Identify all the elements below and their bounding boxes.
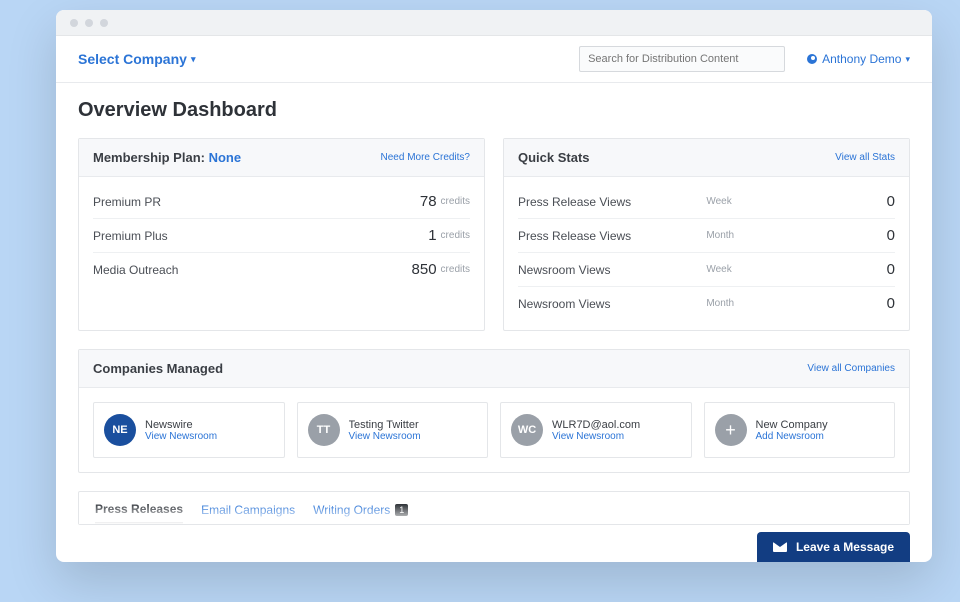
credit-unit: credits xyxy=(441,264,470,275)
company-newsroom-link[interactable]: Add Newsroom xyxy=(756,431,828,442)
tab-press-releases[interactable]: Press Releases xyxy=(95,502,183,524)
company-name: New Company xyxy=(756,419,828,431)
company-newsroom-link[interactable]: View Newsroom xyxy=(552,431,640,442)
window-control-dot xyxy=(70,19,78,27)
credit-name: Premium PR xyxy=(93,195,420,209)
quick-stats-panel: Quick Stats View all Stats Press Release… xyxy=(503,138,910,331)
stat-row: Newsroom Views Week0 xyxy=(518,253,895,287)
credit-name: Media Outreach xyxy=(93,263,412,277)
window-titlebar xyxy=(56,10,932,36)
company-newsroom-link[interactable]: View Newsroom xyxy=(349,431,421,442)
stat-name: Press Release Views xyxy=(518,195,698,209)
company-name: Testing Twitter xyxy=(349,419,421,431)
window-control-dot xyxy=(85,19,93,27)
tab-badge: 1 xyxy=(395,504,408,516)
chevron-down-icon: ▾ xyxy=(905,54,910,65)
membership-panel: Membership Plan: None Need More Credits?… xyxy=(78,138,485,331)
search-input[interactable] xyxy=(579,46,785,72)
user-icon xyxy=(807,54,817,64)
chat-label: Leave a Message xyxy=(796,540,894,554)
chevron-down-icon: ▾ xyxy=(191,54,196,65)
activity-tabs-panel: Press Releases Email Campaigns Writing Ord… xyxy=(78,491,910,525)
tab-writing-orders[interactable]: Writing Orders1 xyxy=(313,502,408,524)
page-title: Overview Dashboard xyxy=(78,99,910,122)
stat-name: Press Release Views xyxy=(518,229,698,243)
stat-period: Week xyxy=(706,264,886,275)
window-control-dot xyxy=(100,19,108,27)
stat-period: Week xyxy=(706,196,886,207)
company-avatar: NE xyxy=(104,414,136,446)
envelope-icon xyxy=(773,542,787,552)
stat-period: Month xyxy=(706,230,886,241)
company-card[interactable]: WC WLR7D@aol.comView Newsroom xyxy=(500,402,692,458)
credit-row: Premium PR78 credits xyxy=(93,185,470,219)
user-name: Anthony Demo xyxy=(822,52,901,66)
credit-value: 1 xyxy=(428,227,436,244)
credit-unit: credits xyxy=(441,230,470,241)
page-content: Overview Dashboard Membership Plan: None… xyxy=(56,83,932,562)
stat-value: 0 xyxy=(887,193,895,210)
company-name: WLR7D@aol.com xyxy=(552,419,640,431)
stat-value: 0 xyxy=(887,295,895,312)
companies-title: Companies Managed xyxy=(93,361,223,376)
stat-value: 0 xyxy=(887,227,895,244)
stat-name: Newsroom Views xyxy=(518,263,698,277)
credit-row: Media Outreach850 credits xyxy=(93,253,470,286)
company-selector[interactable]: Select Company ▾ xyxy=(78,51,195,67)
company-card[interactable]: TT Testing TwitterView Newsroom xyxy=(297,402,489,458)
credit-unit: credits xyxy=(441,196,470,207)
top-navbar: Select Company ▾ Anthony Demo ▾ xyxy=(56,36,932,83)
company-avatar: WC xyxy=(511,414,543,446)
credit-row: Premium Plus1 credits xyxy=(93,219,470,253)
stat-value: 0 xyxy=(887,261,895,278)
company-newsroom-link[interactable]: View Newsroom xyxy=(145,431,217,442)
stat-row: Newsroom Views Month0 xyxy=(518,287,895,320)
browser-window: Select Company ▾ Anthony Demo ▾ Overview… xyxy=(56,10,932,562)
company-card[interactable]: + New CompanyAdd Newsroom xyxy=(704,402,896,458)
company-selector-label: Select Company xyxy=(78,51,187,67)
leave-message-button[interactable]: Leave a Message xyxy=(757,532,910,562)
company-avatar: TT xyxy=(308,414,340,446)
need-more-credits-link[interactable]: Need More Credits? xyxy=(381,152,470,163)
company-avatar: + xyxy=(715,414,747,446)
stat-row: Press Release Views Month0 xyxy=(518,219,895,253)
user-menu[interactable]: Anthony Demo ▾ xyxy=(807,52,910,66)
companies-panel: Companies Managed View all Companies NEN… xyxy=(78,349,910,473)
quick-stats-title: Quick Stats xyxy=(518,150,590,165)
membership-title: Membership Plan: None xyxy=(93,150,241,165)
stat-period: Month xyxy=(706,298,886,309)
stat-name: Newsroom Views xyxy=(518,297,698,311)
credit-value: 78 xyxy=(420,193,437,210)
view-all-stats-link[interactable]: View all Stats xyxy=(835,152,895,163)
company-name: Newswire xyxy=(145,419,217,431)
tab-email-campaigns[interactable]: Email Campaigns xyxy=(201,502,295,524)
view-all-companies-link[interactable]: View all Companies xyxy=(807,363,895,374)
stat-row: Press Release Views Week0 xyxy=(518,185,895,219)
credit-value: 850 xyxy=(412,261,437,278)
company-card[interactable]: NE NewswireView Newsroom xyxy=(93,402,285,458)
credit-name: Premium Plus xyxy=(93,229,428,243)
